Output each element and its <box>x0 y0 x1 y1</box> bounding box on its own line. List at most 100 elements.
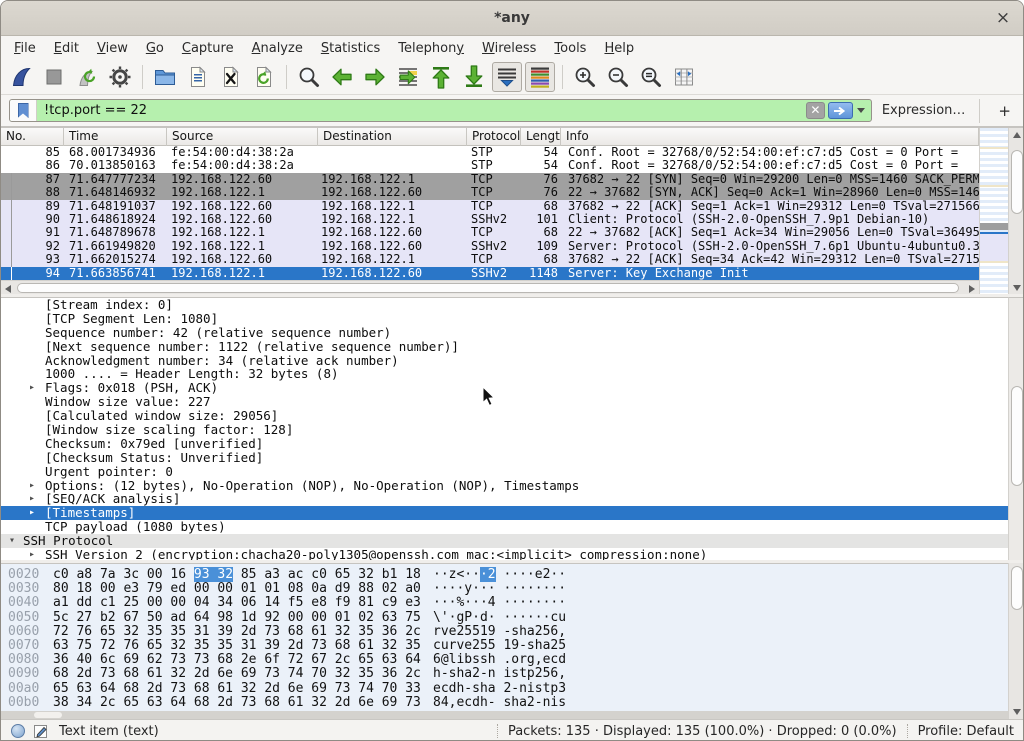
menu-item-tools[interactable]: Tools <box>545 39 595 58</box>
hex-bytes[interactable]: 80 18 00 e3 79 ed 00 00 01 01 08 0a d9 8… <box>53 582 421 596</box>
menu-item-view[interactable]: View <box>88 39 137 58</box>
menu-item-telephony[interactable]: Telephony <box>389 39 473 58</box>
go-to-packet-icon[interactable] <box>393 62 423 92</box>
hex-bytes[interactable]: 5c 27 b2 67 50 ad 64 98 1d 92 00 00 01 0… <box>53 611 421 625</box>
colorize-button[interactable] <box>525 62 555 92</box>
packet-row[interactable]: 8670.013850163fe:54:00:d4:38:2aSTP54Conf… <box>1 159 979 172</box>
stop-capture-icon[interactable] <box>39 62 69 92</box>
detail-line[interactable]: ▸[SEQ/ACK analysis] <box>1 492 1008 506</box>
detail-line[interactable]: [Checksum Status: Unverified] <box>1 451 1008 465</box>
detail-line[interactable]: Checksum: 0x79ed [unverified] <box>1 437 1008 451</box>
packet-row[interactable]: 9471.663856741192.168.122.1192.168.122.6… <box>1 267 979 280</box>
menu-item-go[interactable]: Go <box>137 39 173 58</box>
hex-ascii[interactable]: ecdh-sha 2-nistp3 <box>433 682 566 696</box>
detail-line[interactable]: Urgent pointer: 0 <box>1 465 1008 479</box>
detail-line[interactable]: Acknowledgment number: 34 (relative ack … <box>1 354 1008 368</box>
packet-list-minimap[interactable] <box>979 128 1008 294</box>
filter-history-dropdown-icon[interactable] <box>857 108 865 113</box>
hex-row[interactable]: 00505c 27 b2 67 50 ad 64 98 1d 92 00 00 … <box>1 611 1008 625</box>
menu-item-statistics[interactable]: Statistics <box>312 39 389 58</box>
expression-button[interactable]: Expression… <box>882 103 966 118</box>
menu-item-capture[interactable]: Capture <box>173 39 243 58</box>
hex-row[interactable]: 006072 76 65 32 35 35 31 39 2d 73 68 61 … <box>1 625 1008 639</box>
go-back-icon[interactable] <box>327 62 357 92</box>
packet-list-vscrollbar[interactable] <box>1008 128 1023 294</box>
expert-info-icon[interactable] <box>11 724 25 738</box>
menu-item-file[interactable]: File <box>5 39 45 58</box>
titlebar[interactable]: *any × <box>1 1 1023 36</box>
scroll-down-icon[interactable] <box>1009 281 1023 294</box>
detail-line[interactable]: ▸SSH Version 2 (encryption:chacha20-poly… <box>1 548 1008 560</box>
packet-row[interactable]: 9371.662015274192.168.122.60192.168.122.… <box>1 253 979 266</box>
packet-row[interactable]: 8568.001734936fe:54:00:d4:38:2aSTP54Conf… <box>1 146 979 159</box>
collapsed-arrow-icon[interactable]: ▸ <box>29 506 35 520</box>
bytes-hscrollbar[interactable] <box>1 711 1008 719</box>
filter-text[interactable]: !tcp.port == 22 <box>37 103 806 118</box>
zoom-in-icon[interactable] <box>570 62 600 92</box>
hex-row[interactable]: 008036 40 6c 69 62 73 73 68 2e 6f 72 67 … <box>1 653 1008 667</box>
hex-row[interactable]: 007063 75 72 76 65 32 35 35 31 39 2d 73 … <box>1 639 1008 653</box>
hex-ascii[interactable]: \'·gP·d· ······cu <box>433 611 566 625</box>
vscroll-thumb[interactable] <box>1011 150 1023 214</box>
auto-scroll-button[interactable] <box>492 62 522 92</box>
packet-row[interactable]: 9071.648618924192.168.122.60192.168.122.… <box>1 213 979 226</box>
packet-list-hscrollbar[interactable] <box>1 280 979 294</box>
column-header-protocol[interactable]: Protocol <box>467 128 521 146</box>
detail-line[interactable]: ▾SSH Protocol <box>1 534 1008 548</box>
hex-bytes[interactable]: a1 dd c1 25 00 00 04 34 06 14 f5 e8 f9 8… <box>53 596 421 610</box>
hex-bytes[interactable]: 65 63 64 68 2d 73 68 61 32 2d 6e 69 73 7… <box>53 682 421 696</box>
details-vscroll-thumb[interactable] <box>1011 386 1023 486</box>
hex-ascii[interactable]: curve255 19-sha25 <box>433 639 566 653</box>
collapsed-arrow-icon[interactable]: ▸ <box>29 479 35 493</box>
bytes-vscroll-thumb[interactable] <box>1011 566 1023 610</box>
column-header-time[interactable]: Time <box>64 128 167 146</box>
detail-line[interactable]: [Calculated window size: 29056] <box>1 409 1008 423</box>
hex-ascii[interactable]: 6@libssh .org,ecd <box>433 653 566 667</box>
reload-file-icon[interactable] <box>249 62 279 92</box>
menu-item-analyze[interactable]: Analyze <box>243 39 312 58</box>
details-vscrollbar[interactable] <box>1008 297 1024 560</box>
detail-line[interactable]: 1000 .... = Header Length: 32 bytes (8) <box>1 367 1008 381</box>
column-header-destination[interactable]: Destination <box>318 128 467 146</box>
close-file-icon[interactable] <box>216 62 246 92</box>
hex-row[interactable]: 0040a1 dd c1 25 00 00 04 34 06 14 f5 e8 … <box>1 596 1008 610</box>
menu-item-wireless[interactable]: Wireless <box>473 39 545 58</box>
hex-bytes[interactable]: 72 76 65 32 35 35 31 39 2d 73 68 61 32 3… <box>53 625 421 639</box>
profile-label[interactable]: Profile: Default <box>918 724 1014 739</box>
zoom-out-icon[interactable] <box>603 62 633 92</box>
save-file-icon[interactable] <box>183 62 213 92</box>
restart-capture-icon[interactable] <box>72 62 102 92</box>
hex-ascii[interactable]: ····y··· ········ <box>433 582 566 596</box>
go-forward-icon[interactable] <box>360 62 390 92</box>
capture-comment-icon[interactable] <box>33 723 49 739</box>
column-header-info[interactable]: Info <box>561 128 979 146</box>
detail-line[interactable]: [Window size scaling factor: 128] <box>1 423 1008 437</box>
menu-item-help[interactable]: Help <box>595 39 643 58</box>
scroll-up-icon[interactable] <box>1009 128 1023 142</box>
clear-filter-icon[interactable]: ✕ <box>806 102 825 119</box>
resize-columns-icon[interactable] <box>669 62 699 92</box>
hex-row[interactable]: 00b038 34 2c 65 63 64 68 2d 73 68 61 32 … <box>1 696 1008 710</box>
packet-row[interactable]: 8771.647777234192.168.122.60192.168.122.… <box>1 173 979 186</box>
go-last-icon[interactable] <box>459 62 489 92</box>
packet-row[interactable]: 8871.648146932192.168.122.1192.168.122.6… <box>1 186 979 199</box>
hex-ascii[interactable]: ··z<···2 ····e2·· <box>433 568 566 582</box>
collapsed-arrow-icon[interactable]: ▸ <box>29 548 35 560</box>
detail-line[interactable]: Sequence number: 42 (relative sequence n… <box>1 326 1008 340</box>
close-icon[interactable]: × <box>992 1 1014 35</box>
detail-line[interactable]: [Next sequence number: 1122 (relative se… <box>1 340 1008 354</box>
hex-bytes[interactable]: 36 40 6c 69 62 73 73 68 2e 6f 72 67 2c 6… <box>53 653 421 667</box>
detail-line[interactable]: [TCP Segment Len: 1080] <box>1 312 1008 326</box>
menu-item-edit[interactable]: Edit <box>45 39 88 58</box>
column-header-length[interactable]: Length <box>521 128 561 146</box>
bytes-hscroll-thumb[interactable] <box>34 712 62 718</box>
detail-line[interactable]: ▸Flags: 0x018 (PSH, ACK) <box>1 381 1008 395</box>
hscroll-thumb[interactable] <box>17 283 959 293</box>
expanded-arrow-icon[interactable]: ▾ <box>9 534 15 548</box>
go-first-icon[interactable] <box>426 62 456 92</box>
collapsed-arrow-icon[interactable]: ▸ <box>29 492 35 506</box>
detail-line[interactable]: ▸Options: (12 bytes), No-Operation (NOP)… <box>1 479 1008 493</box>
packet-row[interactable]: 8971.648191037192.168.122.60192.168.122.… <box>1 200 979 213</box>
add-filter-button[interactable]: + <box>994 102 1015 120</box>
detail-line[interactable]: [Stream index: 0] <box>1 298 1008 312</box>
